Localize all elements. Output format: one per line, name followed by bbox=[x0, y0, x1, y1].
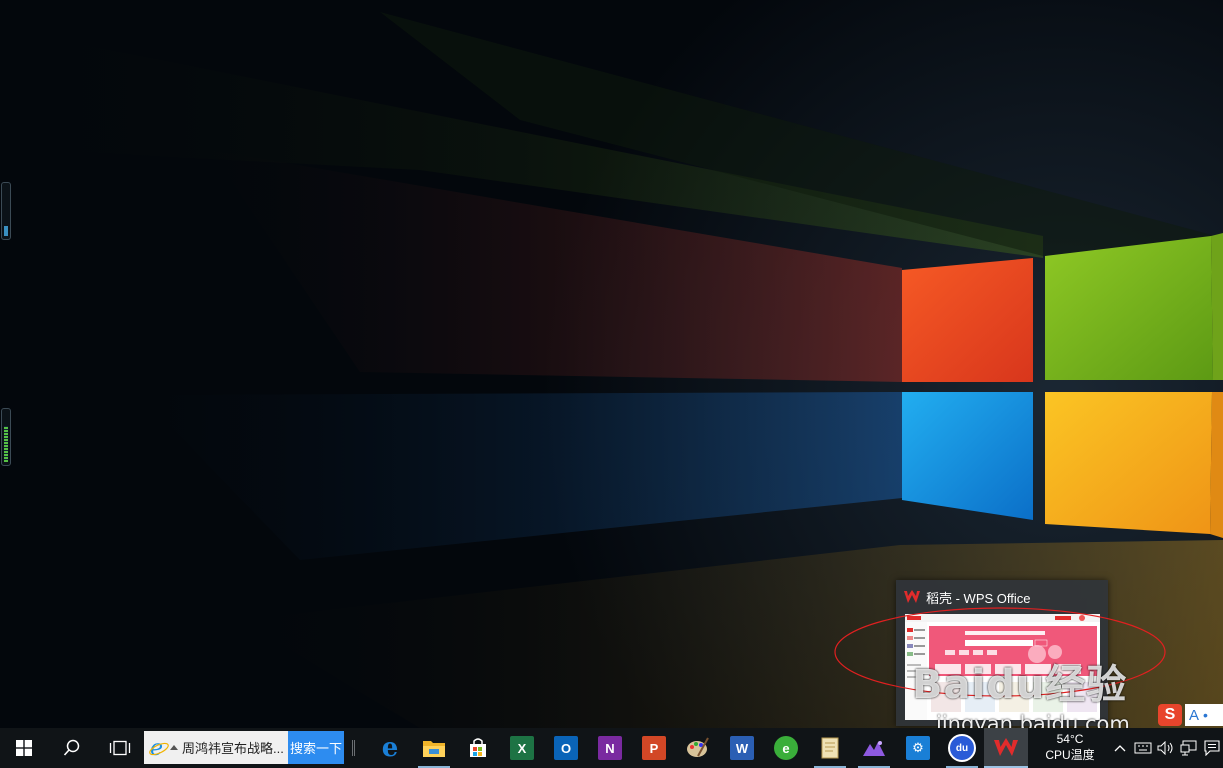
task-view-button[interactable] bbox=[96, 728, 144, 768]
network-button[interactable] bbox=[1177, 728, 1200, 768]
edge-taskbar-button[interactable]: e bbox=[368, 728, 412, 768]
keyboard-ime-icon bbox=[1134, 742, 1151, 754]
sogou-mode-indicator[interactable]: A bbox=[1189, 707, 1199, 724]
outlook-icon: O bbox=[554, 736, 578, 760]
word-icon: W bbox=[730, 736, 754, 760]
search-box-text[interactable]: 周鸿祎宣布战略... bbox=[182, 738, 284, 757]
excel-taskbar-button[interactable]: X bbox=[500, 728, 544, 768]
sogou-mode-box[interactable]: A • bbox=[1185, 704, 1223, 726]
notepad-scroll-icon bbox=[818, 736, 842, 760]
task-view-icon bbox=[109, 740, 131, 756]
360-browser-icon: e bbox=[774, 736, 798, 760]
pinned-apps: e X O N P We ⚙ du bbox=[368, 728, 1028, 768]
baidu-search-box[interactable]: e 周鸿祎宣布战略... bbox=[144, 731, 288, 764]
settings-taskbar-button[interactable]: ⚙ bbox=[896, 728, 940, 768]
photos-taskbar-button[interactable] bbox=[852, 728, 896, 768]
preview-thumbnail[interactable] bbox=[905, 614, 1100, 720]
volume-gadget-bottom[interactable] bbox=[1, 408, 11, 466]
baidu-netdisk-icon: du bbox=[948, 734, 976, 762]
speaker-icon bbox=[1157, 741, 1172, 755]
wps-icon bbox=[994, 736, 1018, 760]
sogou-logo-icon[interactable]: S bbox=[1158, 704, 1182, 726]
chevron-up-icon bbox=[1114, 745, 1125, 752]
search-icon bbox=[63, 739, 80, 756]
onenote-icon: N bbox=[598, 736, 622, 760]
wps-taskbar-button[interactable] bbox=[984, 728, 1028, 768]
network-icon bbox=[1180, 740, 1196, 756]
wps-logo-icon bbox=[904, 590, 920, 603]
desktop[interactable]: 稻壳 - WPS Office Baidu经验 jingyan.baidu.co… bbox=[0, 0, 1223, 728]
system-tray bbox=[1108, 728, 1223, 768]
360-browser-taskbar-button[interactable]: e bbox=[764, 728, 808, 768]
notepad-scroll-taskbar-button[interactable] bbox=[808, 728, 852, 768]
baidu-netdisk-taskbar-button[interactable]: du bbox=[940, 728, 984, 768]
cpu-temp-label: CPU温度 bbox=[1045, 748, 1095, 762]
cpu-temp-value: 54°C bbox=[1056, 732, 1084, 746]
svg-text:e: e bbox=[150, 737, 163, 759]
store-taskbar-button[interactable] bbox=[456, 728, 500, 768]
file-explorer-taskbar-button[interactable] bbox=[412, 728, 456, 768]
file-explorer-icon bbox=[422, 736, 446, 760]
volume-gadget-top[interactable] bbox=[1, 182, 11, 240]
sogou-punct-indicator[interactable]: • bbox=[1203, 707, 1208, 723]
notification-icon bbox=[1203, 740, 1220, 756]
edge-icon: e bbox=[381, 733, 399, 763]
thumbnail-image bbox=[905, 614, 1100, 720]
action-center-button[interactable] bbox=[1200, 728, 1223, 768]
taskbar-separator bbox=[354, 740, 355, 756]
start-button[interactable] bbox=[0, 728, 48, 768]
volume-button[interactable] bbox=[1154, 728, 1177, 768]
paint-icon bbox=[686, 736, 710, 760]
sogou-ime-toolbar[interactable]: S A • bbox=[1158, 702, 1223, 728]
settings-icon: ⚙ bbox=[906, 736, 930, 760]
cpu-temperature-widget[interactable]: 54°C CPU温度 bbox=[1042, 728, 1098, 768]
powerpoint-icon: P bbox=[642, 736, 666, 760]
word-taskbar-button[interactable]: W bbox=[720, 728, 764, 768]
ime-tray-button[interactable] bbox=[1131, 728, 1154, 768]
taskbar-separator bbox=[352, 740, 353, 756]
search-submit-button[interactable]: 搜索一下 bbox=[288, 731, 344, 764]
ie-icon: e bbox=[149, 737, 169, 759]
excel-icon: X bbox=[510, 736, 534, 760]
preview-title-bar: 稻壳 - WPS Office bbox=[904, 588, 1031, 606]
outlook-taskbar-button[interactable]: O bbox=[544, 728, 588, 768]
paint-taskbar-button[interactable] bbox=[676, 728, 720, 768]
onenote-taskbar-button[interactable]: N bbox=[588, 728, 632, 768]
taskbar-thumbnail-preview[interactable]: 稻壳 - WPS Office bbox=[896, 580, 1108, 726]
dropdown-triangle-icon[interactable] bbox=[170, 744, 178, 752]
photos-icon bbox=[862, 736, 886, 760]
store-icon bbox=[466, 736, 490, 760]
powerpoint-taskbar-button[interactable]: P bbox=[632, 728, 676, 768]
windows-logo-icon bbox=[16, 740, 32, 756]
taskbar: e 周鸿祎宣布战略... 搜索一下 e X O N P We ⚙ du 54°C CPU温度 bbox=[0, 728, 1223, 768]
show-hidden-icons-button[interactable] bbox=[1108, 728, 1131, 768]
search-button[interactable] bbox=[48, 728, 96, 768]
preview-title: 稻壳 - WPS Office bbox=[926, 590, 1031, 606]
